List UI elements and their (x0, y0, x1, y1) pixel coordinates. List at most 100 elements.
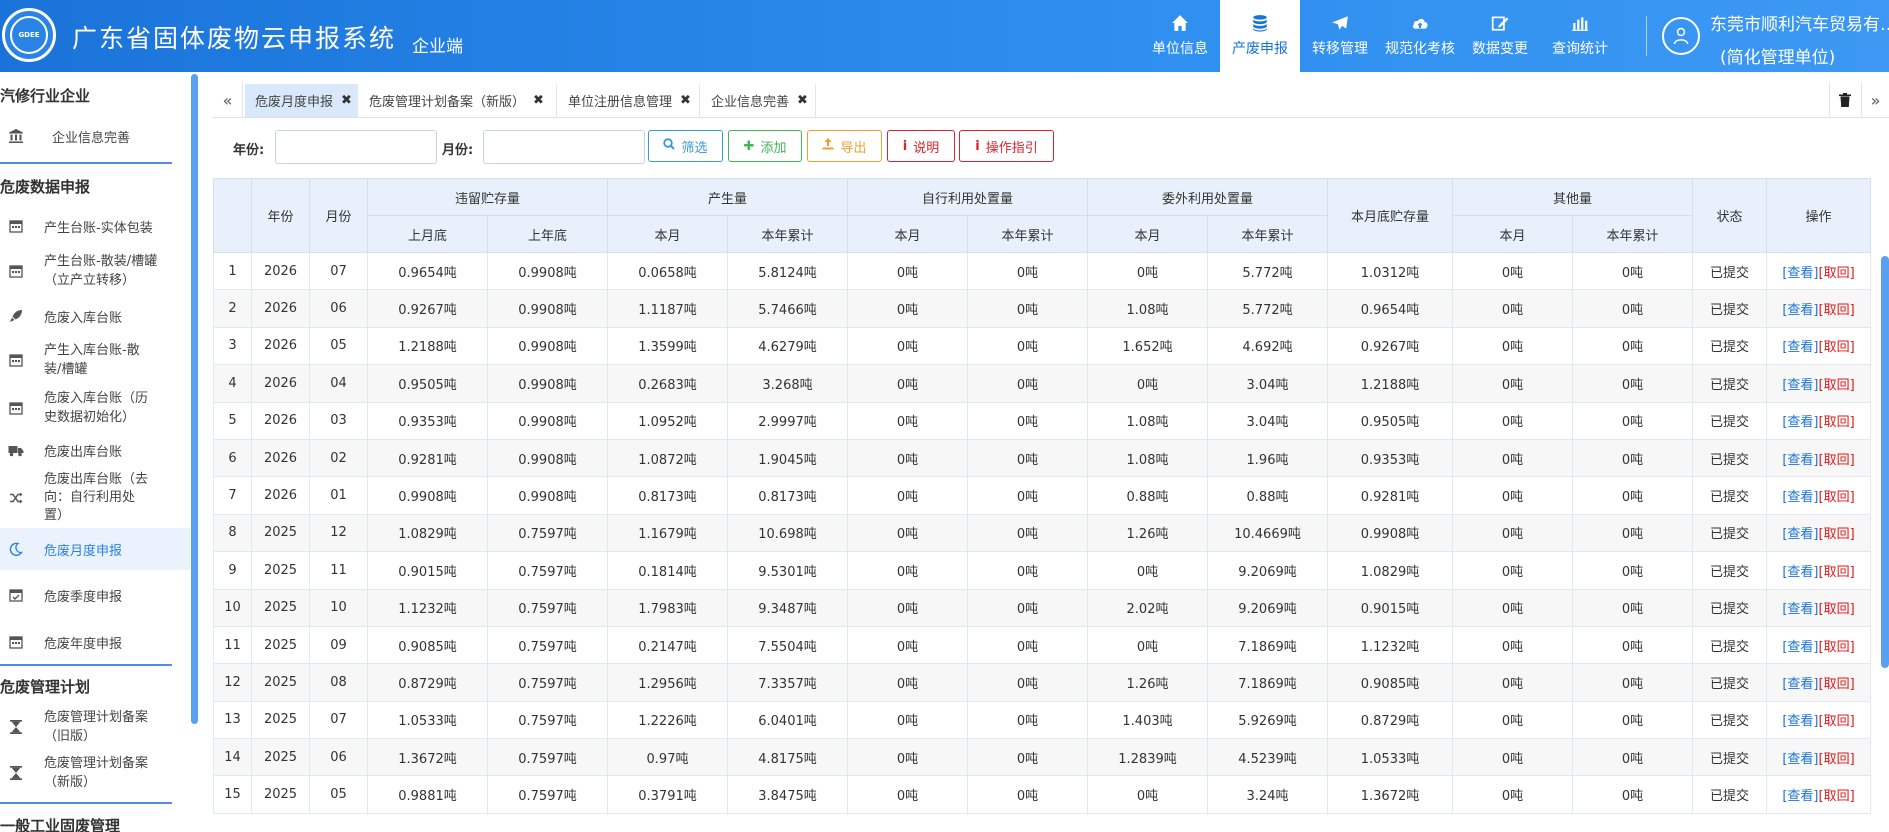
table-scrollbar[interactable] (1881, 256, 1889, 668)
cell-month-end-storage: 0.9085吨 (1327, 663, 1453, 702)
cell-out-ytd: 7.1869吨 (1207, 663, 1328, 702)
cell-other-month: 0吨 (1452, 700, 1573, 740)
revoke-link[interactable]: [取回] (1819, 602, 1855, 617)
cell-self-month: 0吨 (847, 625, 968, 665)
sidebar-item-monthly-report[interactable]: 危废月度申报 (0, 528, 190, 570)
tab-scroll-left-button[interactable]: « (213, 82, 243, 118)
revoke-link[interactable]: [取回] (1819, 565, 1855, 580)
sidebar-item-company-info[interactable]: 企业信息完善 (0, 116, 190, 156)
revoke-link[interactable]: [取回] (1819, 340, 1855, 355)
revoke-link[interactable]: [取回] (1819, 453, 1855, 468)
filter-button[interactable]: 筛选 (648, 130, 723, 162)
cell-generated-ytd: 6.0401吨 (727, 700, 848, 740)
header-month: 月份 (309, 178, 368, 253)
year-input[interactable] (275, 130, 437, 164)
close-all-tabs-button[interactable] (1829, 82, 1859, 118)
cloud-upload-icon (1412, 18, 1428, 29)
cell-self-month: 0吨 (847, 326, 968, 366)
revoke-link[interactable]: [取回] (1819, 490, 1855, 505)
cell-actions: [查看][取回] (1766, 326, 1871, 366)
sidebar-item-annual-report[interactable]: 危废年度申报 (0, 620, 190, 664)
cell-month-end-storage: 0.9654吨 (1327, 289, 1453, 328)
hourglass-icon (8, 765, 24, 781)
cell-other-month: 0吨 (1452, 738, 1573, 777)
revoke-link[interactable]: [取回] (1819, 415, 1855, 430)
revoke-link[interactable]: [取回] (1819, 677, 1855, 692)
revoke-link[interactable]: [取回] (1819, 640, 1855, 655)
sidebar-item-quarterly-report[interactable]: 危废季度申报 (0, 570, 190, 620)
add-button[interactable]: ✚ 添加 (728, 130, 802, 162)
explain-button[interactable]: i 说明 (887, 130, 955, 162)
revoke-link[interactable]: [取回] (1819, 303, 1855, 318)
view-link[interactable]: [查看] (1782, 677, 1818, 692)
cell-self-month: 0吨 (847, 438, 968, 478)
close-icon[interactable]: ✖ (341, 93, 352, 108)
close-icon[interactable]: ✖ (680, 93, 691, 108)
nav-transfer[interactable]: 转移管理 (1300, 0, 1380, 72)
view-link[interactable]: [查看] (1782, 378, 1818, 393)
cell-status: 已提交 (1692, 476, 1767, 515)
cell-other-ytd: 0吨 (1572, 663, 1693, 702)
month-input[interactable] (483, 130, 645, 164)
sidebar-item-ledger-bulk-in[interactable]: 产生入库台账-散装/槽罐 (0, 336, 190, 384)
revoke-link[interactable]: [取回] (1819, 789, 1855, 804)
nav-unit-info[interactable]: 单位信息 (1140, 0, 1220, 72)
tab-plan-new[interactable]: 危废管理计划备案（新版） ✖ (359, 84, 557, 117)
user-company-name[interactable]: 东莞市顺利汽车贸易有… (1710, 10, 1889, 35)
view-link[interactable]: [查看] (1782, 415, 1818, 430)
close-icon[interactable]: ✖ (533, 93, 544, 108)
view-link[interactable]: [查看] (1782, 340, 1818, 355)
cell-actions: [查看][取回] (1766, 551, 1871, 590)
guide-button[interactable]: i 操作指引 (959, 130, 1054, 162)
sidebar-item-plan-old[interactable]: 危废管理计划备案（旧版） (0, 704, 190, 750)
sidebar-item-ledger-package[interactable]: 产生台账-实体包装 (0, 206, 190, 246)
nav-query-stats[interactable]: 查询统计 (1540, 0, 1620, 72)
view-link[interactable]: [查看] (1782, 565, 1818, 580)
view-link[interactable]: [查看] (1782, 453, 1818, 468)
revoke-link[interactable]: [取回] (1819, 266, 1855, 281)
sidebar-item-plan-new[interactable]: 危废管理计划备案（新版） (0, 750, 190, 796)
nav-waste-report[interactable]: 产废申报 (1220, 0, 1300, 72)
tab-scroll-right-button[interactable]: » (1861, 82, 1889, 118)
nav-label: 单位信息 (1152, 41, 1208, 57)
tab-unit-register[interactable]: 单位注册信息管理 ✖ (558, 84, 700, 117)
cell-index: 3 (213, 326, 252, 366)
tab-monthly-report[interactable]: 危废月度申报 ✖ (245, 84, 358, 117)
cell-generated-month: 1.3599吨 (607, 326, 728, 366)
view-link[interactable]: [查看] (1782, 602, 1818, 617)
tab-company-info[interactable]: 企业信息完善 ✖ (701, 84, 816, 117)
cell-prev-month-end: 1.3672吨 (367, 738, 488, 777)
cell-month: 12 (309, 513, 368, 553)
view-link[interactable]: [查看] (1782, 640, 1818, 655)
view-link[interactable]: [查看] (1782, 527, 1818, 542)
sidebar-item-ledger-bulk[interactable]: 产生台账-散装/槽罐（立产立转移） (0, 246, 190, 296)
view-link[interactable]: [查看] (1782, 789, 1818, 804)
cell-self-month: 0吨 (847, 251, 968, 291)
nav-standard-assessment[interactable]: 规范化考核 (1380, 0, 1460, 72)
close-icon[interactable]: ✖ (797, 93, 808, 108)
view-link[interactable]: [查看] (1782, 714, 1818, 729)
cell-month-end-storage: 0.9267吨 (1327, 326, 1453, 366)
revoke-link[interactable]: [取回] (1819, 752, 1855, 767)
cell-out-ytd: 3.24吨 (1207, 775, 1328, 814)
revoke-link[interactable]: [取回] (1819, 714, 1855, 729)
view-link[interactable]: [查看] (1782, 752, 1818, 767)
nav-data-change[interactable]: 数据变更 (1460, 0, 1540, 72)
export-button[interactable]: 导出 (807, 130, 882, 162)
sidebar-item-warehouse-out-self[interactable]: 危废出库台账（去向：自行利用处置） (0, 468, 190, 528)
view-link[interactable]: [查看] (1782, 490, 1818, 505)
user-avatar[interactable] (1662, 17, 1700, 55)
cell-other-ytd: 0吨 (1572, 625, 1693, 665)
sidebar-scrollbar[interactable] (191, 74, 198, 724)
cell-prev-month-end: 0.9267吨 (367, 289, 488, 328)
sidebar-item-history-init[interactable]: 危废入库台账（历史数据初始化） (0, 384, 190, 432)
sidebar-item-warehouse-out[interactable]: 危废出库台账 (0, 432, 190, 468)
view-link[interactable]: [查看] (1782, 303, 1818, 318)
cell-month: 10 (309, 588, 368, 627)
cell-month: 04 (309, 364, 368, 403)
view-link[interactable]: [查看] (1782, 266, 1818, 281)
revoke-link[interactable]: [取回] (1819, 378, 1855, 393)
cell-self-ytd: 0吨 (967, 663, 1088, 702)
revoke-link[interactable]: [取回] (1819, 527, 1855, 542)
sidebar-item-warehouse-in[interactable]: 危废入库台账 (0, 296, 190, 336)
